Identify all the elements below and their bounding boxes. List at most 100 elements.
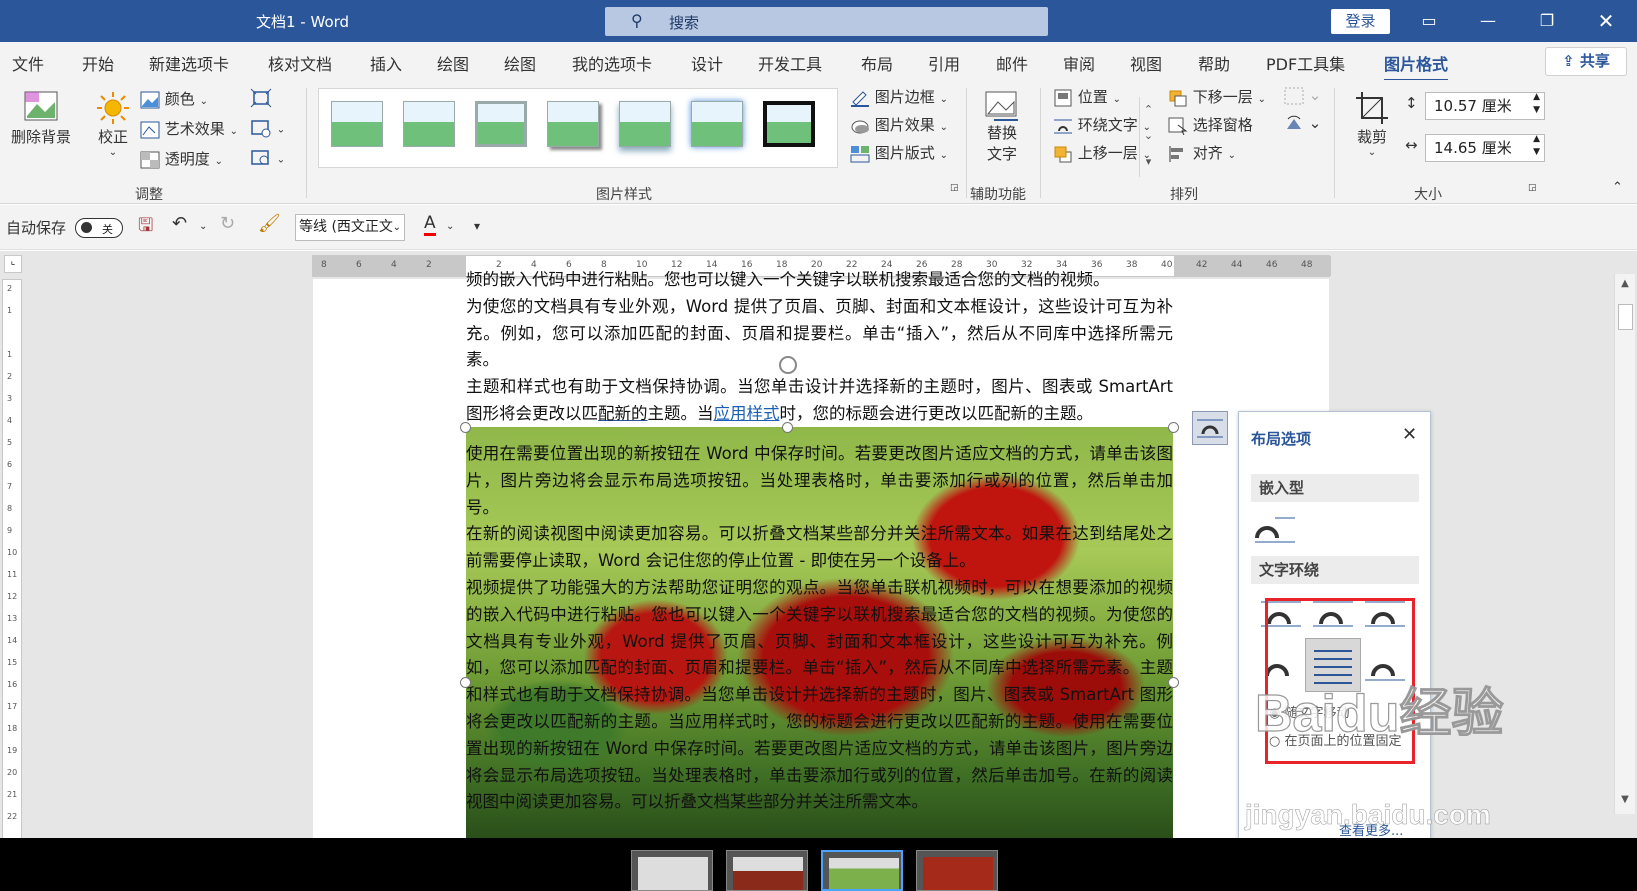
thumbnail-4[interactable] xyxy=(916,850,998,891)
picture-style-6[interactable] xyxy=(691,101,743,147)
tab-pdf-tools[interactable]: PDF工具集 xyxy=(1266,51,1345,75)
see-more-link[interactable]: 查看更多... xyxy=(1339,820,1403,838)
text-link[interactable]: 应用样式 xyxy=(714,404,780,423)
resize-handle-e[interactable] xyxy=(1168,677,1179,688)
picture-style-1[interactable] xyxy=(331,101,383,147)
move-with-text-option[interactable]: ◉ 随文字移动 xyxy=(1269,702,1350,721)
tab-my-tab[interactable]: 我的选项卡 xyxy=(572,51,652,75)
alt-text-button[interactable]: 替换 文字 xyxy=(978,90,1026,164)
change-picture-button[interactable]: ⌄ xyxy=(250,118,285,138)
picture-effects-button[interactable]: 图片效果 ⌄ xyxy=(850,114,948,135)
reset-picture-button[interactable]: ⌄ xyxy=(250,148,285,168)
send-backward-button[interactable]: 下移一层 ⌄ xyxy=(1168,86,1266,107)
chevron-down-icon[interactable]: ⌄ xyxy=(199,221,207,232)
share-button[interactable]: ⇪ 共享 xyxy=(1545,47,1627,76)
inline-option-icon[interactable] xyxy=(1253,512,1297,556)
thumbnail-1[interactable] xyxy=(631,850,713,891)
tab-picture-format[interactable]: 图片格式 xyxy=(1384,51,1449,82)
tab-mailings[interactable]: 邮件 xyxy=(996,51,1028,75)
gallery-scrollbar[interactable]: ⌃ ⌄ ▾ xyxy=(1139,97,1157,177)
corrections-button[interactable]: 校正 ⌄ xyxy=(88,90,138,158)
picture-style-3[interactable] xyxy=(475,101,527,147)
height-spinner-icon[interactable]: ▲ ▼ xyxy=(1533,91,1540,117)
scroll-down-icon[interactable]: ▼ xyxy=(1618,794,1632,808)
resize-handle-w[interactable] xyxy=(460,677,471,688)
document-page[interactable]: 频的嵌入代码中进行粘贴。您也可以键入一个关键字以联机搜索最适合您的文档的视频。 … xyxy=(313,270,1329,838)
tab-view[interactable]: 视图 xyxy=(1130,51,1162,75)
customize-qat-icon[interactable]: ▾ xyxy=(474,219,480,233)
tab-references[interactable]: 引用 xyxy=(928,51,960,75)
tab-layout[interactable]: 布局 xyxy=(861,51,893,75)
vertical-ruler[interactable]: 2 1 1 2 3 4 5 6 7 8 9 10 11 12 13 14 15 16 17 18 19 20 21 22 xyxy=(2,279,22,838)
scroll-up-icon[interactable]: ▲ xyxy=(1618,278,1632,292)
tab-selector[interactable]: ⌞ xyxy=(4,255,22,273)
minimize-icon[interactable]: — xyxy=(1468,8,1508,34)
thumbnail-2[interactable] xyxy=(726,850,808,891)
artistic-effects-button[interactable]: 艺术效果 ⌄ xyxy=(140,118,238,139)
resize-handle-nw[interactable] xyxy=(460,422,471,433)
resize-handle-n[interactable] xyxy=(782,422,793,433)
scrollbar-thumb[interactable] xyxy=(1618,304,1633,330)
group-objects-button[interactable]: ⌄ xyxy=(1284,86,1321,105)
tab-draw-2[interactable]: 绘图 xyxy=(504,51,536,75)
rotate-button[interactable]: ⌄ xyxy=(1284,114,1321,133)
collapse-ribbon-icon[interactable]: ⌃ xyxy=(1612,180,1623,195)
wrap-text-button[interactable]: 环绕文字 ⌄ xyxy=(1053,114,1151,135)
restore-icon[interactable]: ❐ xyxy=(1527,8,1567,34)
autosave-toggle[interactable]: 关 xyxy=(75,218,123,238)
login-button[interactable]: 登录 xyxy=(1331,9,1390,34)
selection-pane-button[interactable]: 选择窗格 xyxy=(1168,114,1253,135)
width-spinner-icon[interactable]: ▲ ▼ xyxy=(1533,133,1540,159)
color-label: 颜色 xyxy=(164,90,195,108)
rotate-handle[interactable] xyxy=(779,356,797,374)
picture-layout-button[interactable]: 图片版式 ⌄ xyxy=(850,142,948,163)
width-field[interactable]: 14.65 厘米 ▲ ▼ xyxy=(1425,134,1545,162)
tab-home[interactable]: 开始 xyxy=(82,51,114,75)
tab-draw-1[interactable]: 绘图 xyxy=(437,51,469,75)
tab-new-tab[interactable]: 新建选项卡 xyxy=(149,51,229,75)
selected-picture[interactable]: 使用在需要位置出现的新按钮在 Word 中保存时间。若要更改图片适应文档的方式，… xyxy=(466,427,1173,838)
body-text[interactable]: 频的嵌入代码中进行粘贴。您也可以键入一个关键字以联机搜索最适合您的文档的视频。 … xyxy=(466,267,1173,428)
remove-background-button[interactable]: 删除背景 xyxy=(6,90,76,147)
ribbon-display-options-icon[interactable]: ▭ xyxy=(1409,8,1449,34)
thumbnail-3[interactable] xyxy=(821,850,903,891)
align-button[interactable]: 对齐 ⌄ xyxy=(1168,142,1236,163)
font-color-icon[interactable]: A xyxy=(424,213,436,236)
vertical-scrollbar[interactable]: ▲ ▼ xyxy=(1614,274,1635,814)
tab-insert[interactable]: 插入 xyxy=(370,51,402,75)
tab-developer[interactable]: 开发工具 xyxy=(758,51,822,75)
layout-options-button[interactable] xyxy=(1192,411,1228,445)
position-button[interactable]: 位置 ⌄ xyxy=(1053,86,1121,107)
undo-icon[interactable]: ↶ xyxy=(172,213,187,234)
tab-review[interactable]: 审阅 xyxy=(1063,51,1095,75)
color-button[interactable]: 颜色 ⌄ xyxy=(140,88,208,109)
resize-handle-ne[interactable] xyxy=(1168,422,1179,433)
height-field[interactable]: 10.57 厘米 ▲ ▼ xyxy=(1425,92,1545,120)
tab-help[interactable]: 帮助 xyxy=(1198,51,1230,75)
chevron-down-icon[interactable]: ⌄ xyxy=(446,221,454,232)
picture-style-7[interactable] xyxy=(763,101,815,147)
redo-icon[interactable]: ↻ xyxy=(220,213,235,234)
close-icon[interactable]: ✕ xyxy=(1586,8,1626,34)
tab-file[interactable]: 文件 xyxy=(12,51,44,75)
search-box[interactable]: ⚲ 搜索 xyxy=(605,7,1048,36)
picture-style-2[interactable] xyxy=(403,101,455,147)
text-over-picture[interactable]: 使用在需要位置出现的新按钮在 Word 中保存时间。若要更改图片适应文档的方式，… xyxy=(466,441,1173,816)
dialog-launcher-icon[interactable]: ◲ xyxy=(950,183,959,193)
save-icon[interactable]: 🖫 xyxy=(138,213,153,243)
dialog-launcher-icon[interactable]: ◲ xyxy=(1528,183,1537,193)
format-painter-icon[interactable]: 🖌 xyxy=(258,213,281,234)
compress-pictures-button[interactable] xyxy=(250,88,272,108)
crop-button[interactable]: 裁剪 ⌄ xyxy=(1350,90,1394,158)
fix-on-page-option[interactable]: ○ 在页面上的位置固定 xyxy=(1269,730,1402,749)
picture-border-button[interactable]: 图片边框 ⌄ xyxy=(850,86,948,107)
tab-design[interactable]: 设计 xyxy=(691,51,723,75)
transparency-button[interactable]: 透明度 ⌄ xyxy=(140,148,223,169)
font-name-box[interactable]: 等线 (西文正文 ⌄ xyxy=(295,214,405,241)
picture-style-5[interactable] xyxy=(619,101,671,147)
bring-forward-button[interactable]: 上移一层 ⌄ xyxy=(1053,142,1151,163)
close-icon[interactable]: ✕ xyxy=(1402,424,1417,445)
tab-review-doc[interactable]: 核对文档 xyxy=(268,51,332,75)
search-placeholder: 搜索 xyxy=(669,14,700,32)
picture-style-4[interactable] xyxy=(547,101,599,147)
